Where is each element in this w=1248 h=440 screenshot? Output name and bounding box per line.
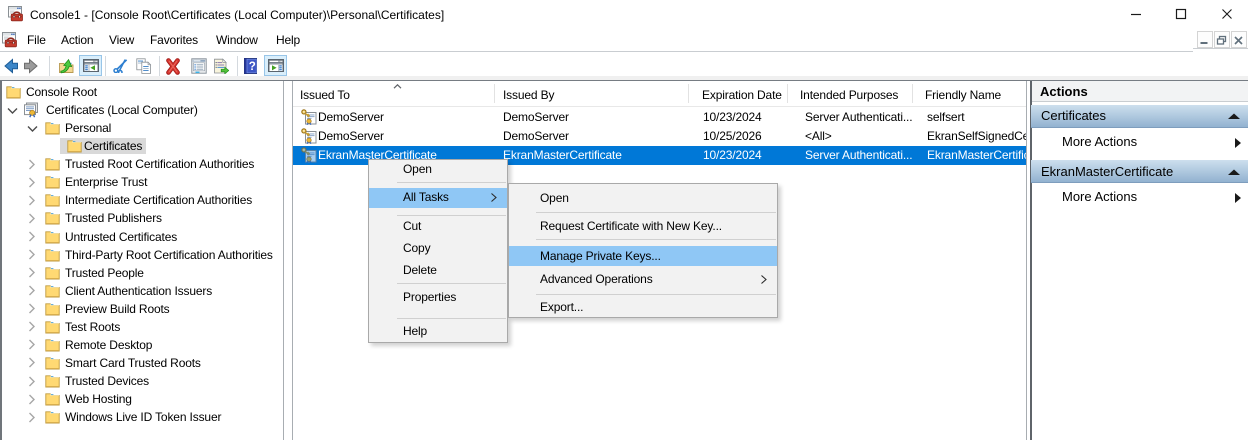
svg-text:?: ? [249, 61, 256, 73]
